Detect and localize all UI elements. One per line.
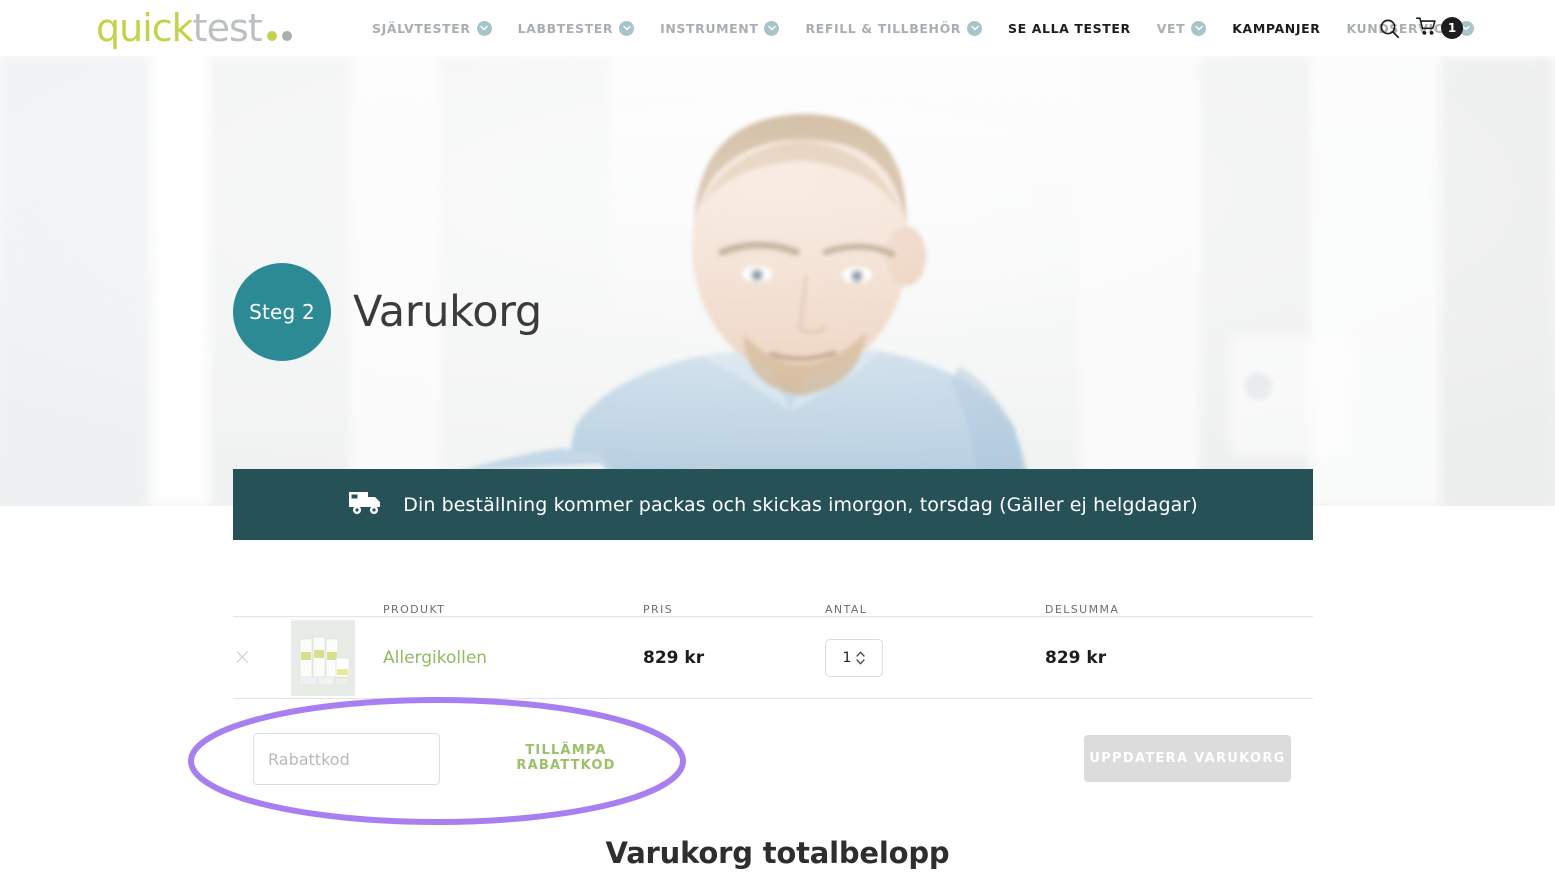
nav-item-instrument[interactable]: INSTRUMENT <box>660 20 780 36</box>
product-link[interactable]: Allergikollen <box>383 648 487 668</box>
logo-text-test: test <box>192 6 263 50</box>
product-subtotal: 829 kr <box>1045 647 1107 668</box>
nav-label: VET <box>1156 20 1186 36</box>
chevron-down-icon <box>856 658 866 665</box>
page-root: quicktest SJÄLVTESTER LABBTESTER INSTRUM… <box>0 0 1555 887</box>
nav-item-kampanjer[interactable]: KAMPANJER <box>1232 21 1320 36</box>
cart-totals-title: Varukorg totalbelopp <box>605 836 950 870</box>
table-row: × Allergikollen 829 kr 1 829 kr <box>233 617 1313 699</box>
nav-label: REFILL & TILLBEHÖR <box>805 20 962 36</box>
product-quantity-cell: 1 <box>825 638 1045 677</box>
apply-coupon-label-line1: TILLÄMPA <box>525 743 607 758</box>
remove-item-cell: × <box>233 645 291 670</box>
header-icons: 1 <box>1379 0 1463 56</box>
chevron-down-icon[interactable] <box>764 20 780 36</box>
green-dot-icon <box>266 31 277 41</box>
cart-button[interactable]: 1 <box>1416 16 1463 40</box>
column-subtotal: DELSUMMA <box>1045 603 1120 616</box>
cart-icon <box>1416 16 1438 40</box>
site-logo[interactable]: quicktest <box>96 6 292 50</box>
product-thumbnail[interactable] <box>291 619 355 696</box>
step-badge: Steg 2 <box>233 263 331 361</box>
nav-item-se-alla-tester[interactable]: SE ALLA TESTER <box>1008 21 1131 36</box>
logo-text-quick: quick <box>96 6 194 50</box>
quantity-stepper[interactable]: 1 <box>825 638 883 677</box>
chevron-down-icon[interactable] <box>476 20 492 36</box>
quantity-value[interactable]: 1 <box>843 650 852 666</box>
truck-icon <box>348 489 385 520</box>
hero-banner: Steg 2 Varukorg <box>0 56 1555 506</box>
close-icon[interactable]: × <box>233 645 251 670</box>
column-price: PRIS <box>643 603 674 616</box>
search-icon[interactable] <box>1379 18 1400 39</box>
nav-item-labbtester[interactable]: LABBTESTER <box>517 20 635 36</box>
gray-dot-icon <box>281 31 292 41</box>
apply-coupon-button[interactable]: TILLÄMPA RABATTKOD <box>486 743 646 773</box>
product-name-cell: Allergikollen <box>383 648 643 668</box>
nav-label: SJÄLVTESTER <box>372 20 471 36</box>
column-product: PRODUKT <box>383 603 446 616</box>
step-indicator: Steg 2 Varukorg <box>233 263 542 361</box>
chevron-down-icon[interactable] <box>619 20 635 36</box>
page-title: Varukorg <box>353 287 542 337</box>
chevron-down-icon[interactable] <box>1191 20 1207 36</box>
product-subtotal-cell: 829 kr <box>1045 648 1313 668</box>
cart-count-badge: 1 <box>1441 17 1463 39</box>
coupon-row: TILLÄMPA RABATTKOD UPPDATERA VARUKORG <box>233 715 1313 795</box>
apply-coupon-label-line2: RABATTKOD <box>516 758 616 773</box>
nav-item-vet[interactable]: VET <box>1156 20 1207 36</box>
column-quantity: ANTAL <box>825 603 868 616</box>
cart-table-header: PRODUKT PRIS ANTAL DELSUMMA <box>233 584 1313 617</box>
product-thumbnail-cell <box>291 619 383 696</box>
coupon-code-input[interactable] <box>253 733 440 785</box>
nav-item-refill-tillbehor[interactable]: REFILL & TILLBEHÖR <box>805 20 983 36</box>
chevron-up-icon <box>856 650 866 657</box>
nav-label: SE ALLA TESTER <box>1008 20 1131 36</box>
product-price-cell: 829 kr <box>643 648 825 668</box>
nav-item-sjalvtester[interactable]: SJÄLVTESTER <box>372 20 492 36</box>
product-price: 829 kr <box>643 647 705 668</box>
nav-label: LABBTESTER <box>517 20 614 36</box>
quantity-spinner[interactable] <box>856 650 866 665</box>
site-header: quicktest SJÄLVTESTER LABBTESTER INSTRUM… <box>0 0 1555 56</box>
chevron-down-icon[interactable] <box>967 20 983 36</box>
nav-label: KAMPANJER <box>1232 20 1321 36</box>
cart-table: PRODUKT PRIS ANTAL DELSUMMA × Allergikol… <box>233 584 1313 699</box>
nav-label: INSTRUMENT <box>660 20 759 36</box>
shipping-notice-banner: Din beställning kommer packas och skicka… <box>233 469 1313 540</box>
shipping-notice-text: Din beställning kommer packas och skicka… <box>403 493 1198 516</box>
main-navigation: SJÄLVTESTER LABBTESTER INSTRUMENT REFILL… <box>372 0 1500 56</box>
update-cart-button[interactable]: UPPDATERA VARUKORG <box>1084 735 1291 782</box>
